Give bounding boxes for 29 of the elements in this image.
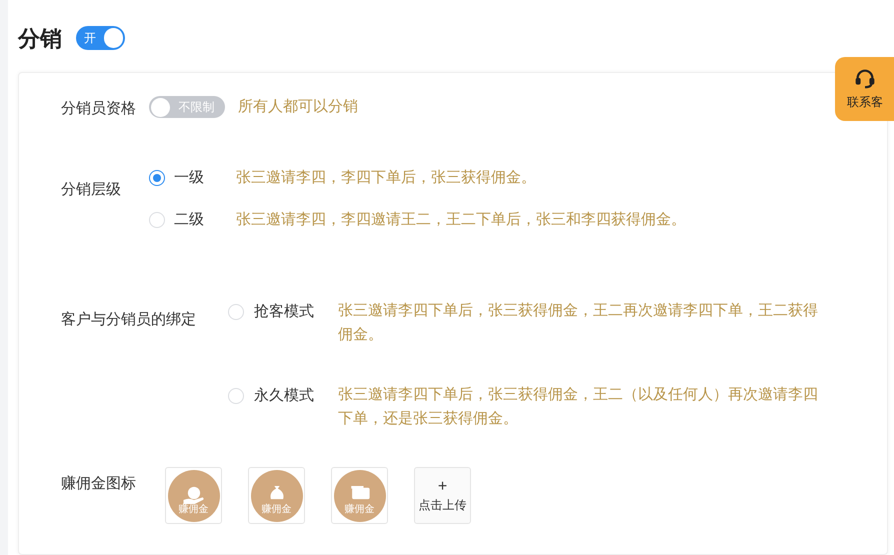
description: 张三邀请李四下单后，张三获得佣金，王二（以及任何人）再次邀请李四下单，还是张三获得佣金。 — [338, 385, 819, 429]
option-label: 抢客模式 — [254, 302, 315, 322]
icon-caption: 赚佣金 — [262, 504, 292, 516]
headset-icon — [854, 67, 876, 89]
option-label: 永久模式 — [254, 386, 315, 406]
field-label: 赚佣金图标 — [61, 474, 137, 494]
upload-button[interactable]: + 点击上传 — [414, 467, 471, 524]
toggle-switch[interactable]: 开 — [76, 26, 125, 50]
icon-caption: 赚佣金 — [344, 504, 374, 516]
field-label: 分销员资格 — [61, 98, 137, 119]
icon-caption: 赚佣金 — [178, 504, 208, 516]
field-label: 分销层级 — [61, 180, 122, 200]
upload-label: 点击上传 — [418, 496, 466, 514]
description: 张三邀请李四，李四下单后，张三获得佣金。 — [236, 168, 536, 188]
field-label: 客户与分销员的绑定 — [61, 310, 197, 330]
description: 张三邀请李四下单后，张三获得佣金，王二再次邀请李四下单，王二获得佣金。 — [338, 301, 819, 345]
section-title: 分销 — [18, 24, 62, 52]
option-label: 一级 — [174, 168, 205, 188]
service-label: 联系客 — [846, 94, 883, 111]
option-label: 二级 — [174, 210, 205, 230]
customer-service-button[interactable]: 联系客 — [835, 57, 894, 121]
plus-icon: + — [438, 478, 448, 496]
commission-icon-tile[interactable]: 赚佣金 — [331, 467, 388, 524]
commission-icon-tile[interactable]: 赚佣金 — [165, 467, 222, 524]
toggle-switch[interactable]: 不限制 — [149, 96, 225, 118]
radio-button[interactable] — [149, 170, 165, 186]
description: 所有人都可以分销 — [238, 96, 358, 117]
description: 张三邀请李四，李四邀请王二，王二下单后，张三和李四获得佣金。 — [236, 210, 686, 230]
commission-icon-tile[interactable]: 赚佣金 — [248, 467, 305, 524]
